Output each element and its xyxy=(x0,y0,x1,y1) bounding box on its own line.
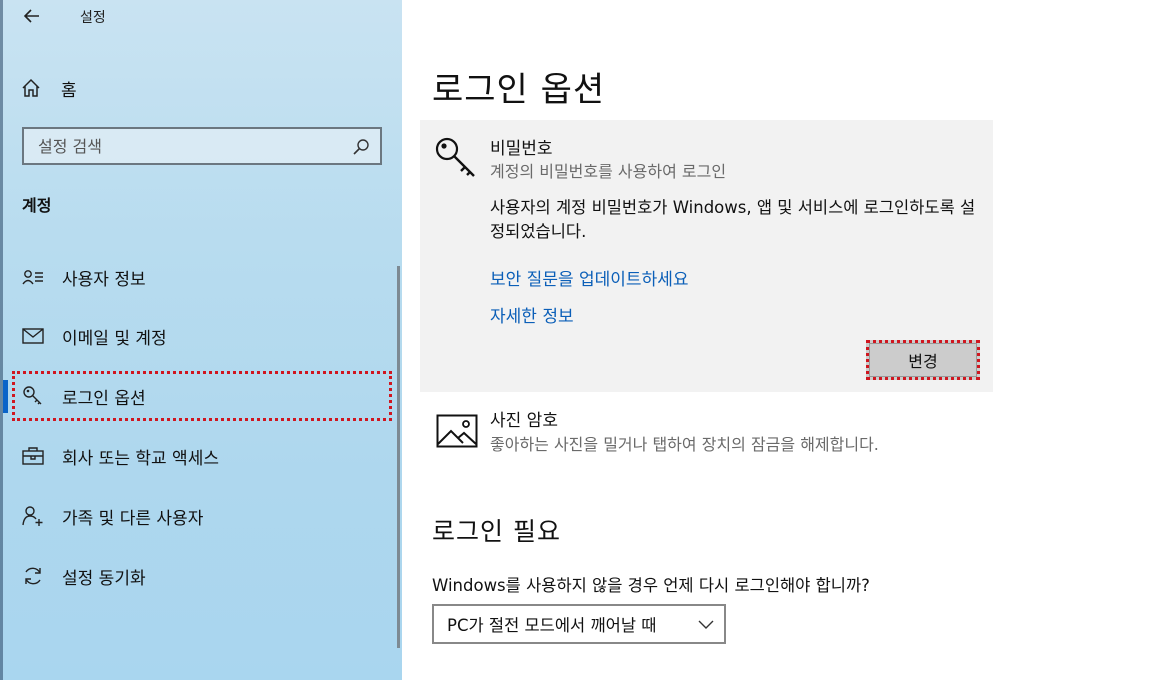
sidebar: 설정 홈 계정 사용자 정보 이메일 xyxy=(0,0,402,680)
sidebar-item-home[interactable]: 홈 xyxy=(20,74,380,102)
sidebar-item-label: 가족 및 다른 사용자 xyxy=(62,508,204,529)
selection-indicator xyxy=(3,380,8,413)
back-button[interactable] xyxy=(18,4,46,28)
sidebar-item-label: 사용자 정보 xyxy=(62,269,146,290)
sync-icon xyxy=(20,564,46,588)
sidebar-item-label: 이메일 및 계정 xyxy=(62,328,167,349)
require-signin-question: Windows를 사용하지 않을 경우 언제 다시 로그인해야 합니까? xyxy=(432,576,870,595)
home-icon xyxy=(22,78,40,97)
key-icon xyxy=(20,384,46,408)
briefcase-icon xyxy=(20,444,46,468)
password-title: 비밀번호 xyxy=(490,139,553,159)
require-signin-dropdown[interactable]: PC가 절전 모드에서 깨어날 때 xyxy=(432,604,726,644)
section-heading: 계정 xyxy=(22,196,52,215)
main-content: 로그인 옵션 비밀번호 계정의 비밀번호를 사용하여 로그인 사용자의 계정 비… xyxy=(402,0,1169,680)
arrow-left-icon xyxy=(23,9,39,23)
learn-more-link[interactable]: 자세한 정보 xyxy=(490,302,574,327)
sidebar-scrollbar[interactable] xyxy=(397,266,400,648)
key-icon xyxy=(435,137,475,177)
page-title: 로그인 옵션 xyxy=(432,70,606,110)
password-description: 사용자의 계정 비밀번호가 Windows, 앱 및 서비스에 로그인하도록 설… xyxy=(490,198,976,241)
search-box[interactable] xyxy=(22,127,382,165)
dropdown-value: PC가 절전 모드에서 깨어날 때 xyxy=(447,616,657,635)
sidebar-item-sign-in-options[interactable]: 로그인 옵션 xyxy=(12,371,392,421)
app-title: 설정 xyxy=(80,10,106,26)
mail-icon xyxy=(20,324,46,348)
picture-password-title: 사진 암호 xyxy=(490,411,558,431)
sidebar-item-work-school[interactable]: 회사 또는 학교 액세스 xyxy=(12,431,392,481)
title-bar: 설정 xyxy=(0,0,402,34)
sidebar-item-sync[interactable]: 설정 동기화 xyxy=(12,551,392,601)
sidebar-item-label: 설정 동기화 xyxy=(62,568,146,589)
change-password-button[interactable]: 변경 xyxy=(866,340,980,380)
picture-password-option[interactable]: 사진 암호 좋아하는 사진을 밀거나 탭하여 장치의 잠금을 해제합니다. xyxy=(432,404,992,464)
sidebar-item-email-accounts[interactable]: 이메일 및 계정 xyxy=(12,311,392,361)
sidebar-item-label: 로그인 옵션 xyxy=(62,388,146,409)
search-input[interactable] xyxy=(26,131,346,161)
search-icon[interactable] xyxy=(352,138,370,156)
update-security-questions-link[interactable]: 보안 질문을 업데이트하세요 xyxy=(490,265,689,290)
person-card-icon xyxy=(20,265,46,289)
require-signin-heading: 로그인 필요 xyxy=(432,517,561,546)
password-subtitle: 계정의 비밀번호를 사용하여 로그인 xyxy=(490,162,727,181)
chevron-down-icon xyxy=(698,620,714,629)
sidebar-item-user-info[interactable]: 사용자 정보 xyxy=(12,252,392,302)
picture-icon xyxy=(436,414,478,448)
picture-password-subtitle: 좋아하는 사진을 밀거나 탭하여 장치의 잠금을 해제합니다. xyxy=(490,435,879,454)
password-option-card[interactable]: 비밀번호 계정의 비밀번호를 사용하여 로그인 사용자의 계정 비밀번호가 Wi… xyxy=(420,120,993,392)
sidebar-item-label: 홈 xyxy=(61,80,77,101)
sidebar-item-family[interactable]: 가족 및 다른 사용자 xyxy=(12,491,392,541)
person-add-icon xyxy=(20,504,46,528)
sidebar-item-label: 회사 또는 학교 액세스 xyxy=(62,448,219,469)
